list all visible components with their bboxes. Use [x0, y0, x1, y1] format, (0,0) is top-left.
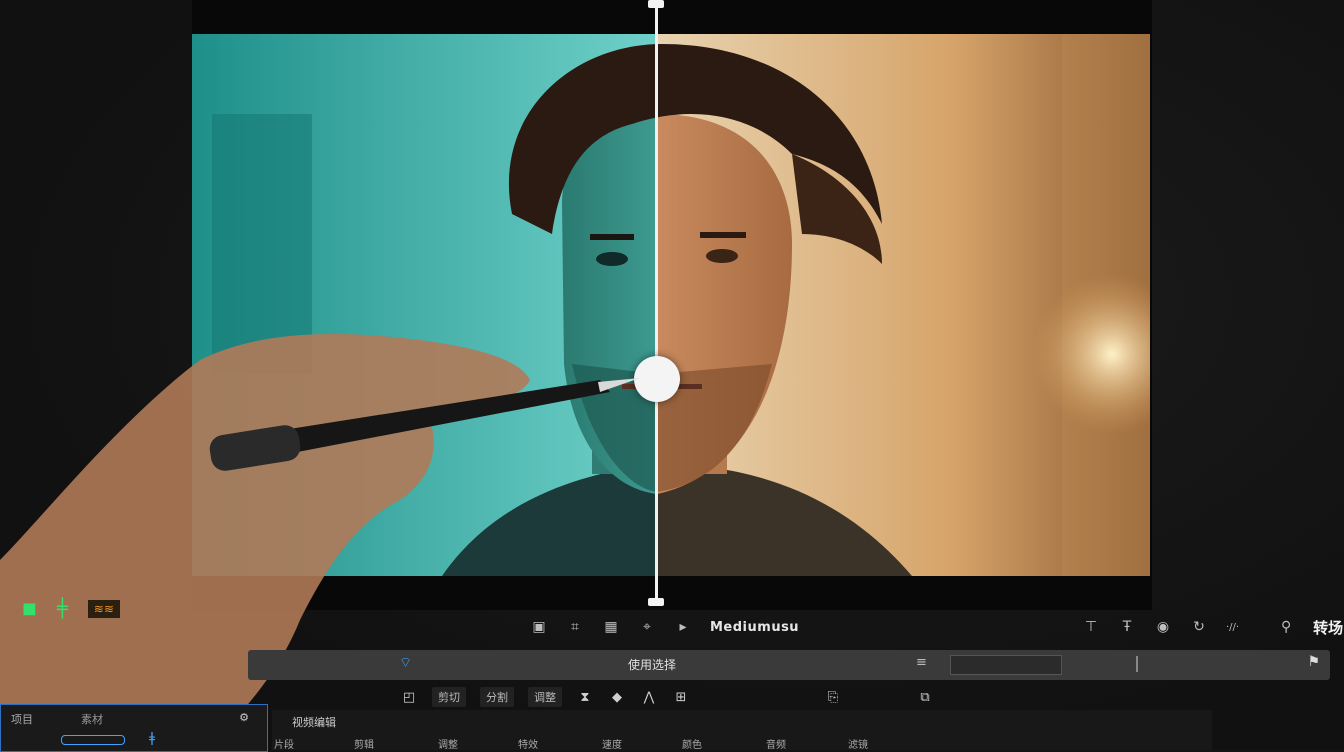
- split-icon[interactable]: ⋀: [640, 690, 658, 705]
- progress-track[interactable]: [61, 735, 125, 745]
- pin-icon[interactable]: Ŧ: [1118, 619, 1136, 635]
- playhead-pin-icon[interactable]: ⌔: [399, 654, 412, 672]
- media-label[interactable]: 素材: [81, 711, 103, 727]
- timeline-marker[interactable]: [1136, 656, 1138, 672]
- play-icon[interactable]: ▸: [674, 619, 692, 635]
- flag-icon[interactable]: ⚑: [1307, 654, 1320, 670]
- column-6[interactable]: 颜色: [682, 736, 702, 751]
- search-icon[interactable]: ⚲: [1277, 619, 1295, 635]
- export-icon[interactable]: ⎘: [824, 690, 842, 705]
- overlay-icon[interactable]: ⊞: [672, 690, 690, 705]
- project-label[interactable]: 项目: [11, 711, 33, 727]
- transition-label[interactable]: 转场: [1313, 617, 1343, 638]
- tiny-readout: ·//·: [1226, 621, 1240, 633]
- viewer-tools-right: ⊤ Ŧ ◉ ↻ ·//· ⚲ 转场: [1082, 612, 1343, 642]
- edit-panel-header: 视频编辑: [292, 716, 336, 729]
- timeline-label: 使用选择: [628, 658, 677, 672]
- column-8[interactable]: 滤镜: [848, 736, 868, 751]
- edit-controls: ◰ 剪切 分割 调整 ⧗ ◆ ⋀ ⊞ ⎘ ⧉: [400, 684, 1340, 710]
- video-frame: [192, 34, 1150, 576]
- clip-title: Mediumusu: [710, 619, 800, 635]
- viewer-tools: ▣ ⌗ ▦ ⌖ ▸ Mediumusu: [530, 612, 799, 642]
- column-4[interactable]: 特效: [518, 736, 538, 751]
- wipe-drag-handle[interactable]: [634, 356, 680, 402]
- column-3[interactable]: 调整: [438, 736, 458, 751]
- speed-icon[interactable]: ◆: [608, 690, 626, 705]
- blue-tool-icon[interactable]: ǂ: [149, 731, 155, 746]
- split-comparison-viewer[interactable]: [192, 34, 1150, 576]
- column-5[interactable]: 速度: [602, 736, 622, 751]
- video-monitor: [192, 0, 1152, 610]
- timeline-bar[interactable]: ⌔ 使用选择 ≡ ⚑: [248, 650, 1330, 680]
- control-field-2[interactable]: 分割: [480, 687, 514, 707]
- column-2[interactable]: 剪辑: [354, 736, 374, 751]
- column-1[interactable]: 片段: [274, 736, 294, 751]
- crop-icon[interactable]: ⌗: [566, 619, 584, 635]
- film-icon[interactable]: ▣: [530, 619, 548, 635]
- panel-settings-icon[interactable]: ⚙: [239, 711, 249, 724]
- wipe-handle-top[interactable]: [648, 0, 664, 8]
- menu-icon[interactable]: ≡: [916, 655, 927, 670]
- edit-panel: 视频编辑 片段 剪辑 调整 特效 速度 颜色 音频 滤镜: [272, 710, 1212, 751]
- split-wipe-line[interactable]: [655, 0, 658, 604]
- control-field-3[interactable]: 调整: [528, 687, 562, 707]
- text-icon[interactable]: ⊤: [1082, 619, 1100, 635]
- settings-icon[interactable]: ◉: [1154, 619, 1172, 635]
- trim-icon[interactable]: ⧗: [576, 690, 594, 705]
- refresh-icon[interactable]: ↻: [1190, 619, 1208, 635]
- column-7[interactable]: 音频: [766, 736, 786, 751]
- viewer-toolbar: ▣ ⌗ ▦ ⌖ ▸ Mediumusu ⊤ Ŧ ◉ ↻ ·//· ⚲ 转场: [0, 612, 1344, 648]
- audio-waveform[interactable]: [950, 655, 1062, 675]
- control-field-1[interactable]: 剪切: [432, 687, 466, 707]
- project-panel: 项目 素材 ⚙ ǂ: [0, 704, 268, 752]
- grid-icon[interactable]: ▦: [602, 619, 620, 635]
- wipe-handle-bottom[interactable]: [648, 598, 664, 606]
- frame-icon[interactable]: ◰: [400, 690, 418, 705]
- mask-icon[interactable]: ⌖: [638, 619, 656, 635]
- share-icon[interactable]: ⧉: [916, 690, 934, 705]
